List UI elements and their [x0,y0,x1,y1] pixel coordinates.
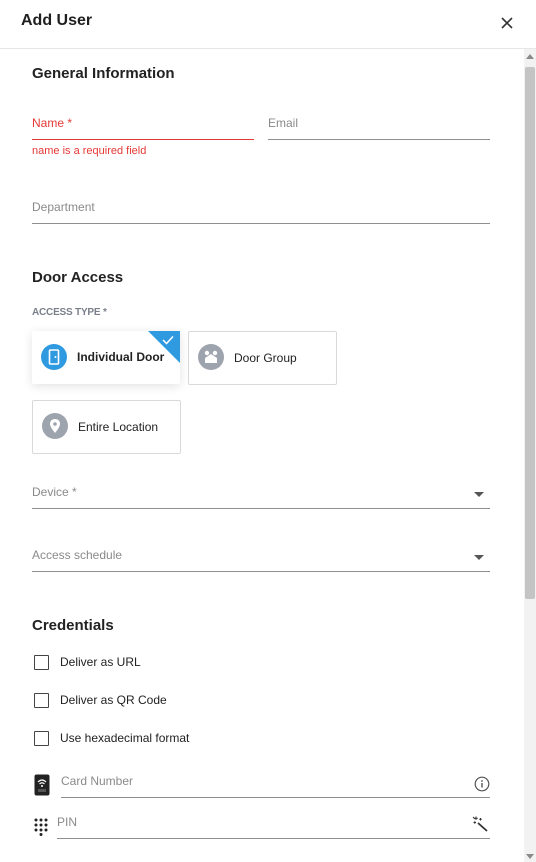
card-reader-icon [34,774,50,796]
access-schedule-label: Access schedule [32,548,123,562]
chevron-down-icon [474,492,484,497]
checkbox-box[interactable] [34,655,49,670]
access-schedule-select[interactable]: Access schedule [32,541,490,572]
magic-wand-icon[interactable] [472,816,488,832]
access-type-entire-location-label: Entire Location [78,420,159,434]
door-icon [41,344,67,370]
chevron-down-icon [474,555,484,560]
pin-field[interactable]: PIN [57,808,490,839]
email-field[interactable]: Email [268,109,490,140]
device-select-label: Device * [32,485,77,499]
pin-label: PIN [57,815,78,829]
email-field-label: Email [268,116,299,130]
access-type-label: ACCESS TYPE * [32,307,107,318]
deliver-as-url-label: Deliver as URL [60,655,141,669]
name-field-label: Name * [32,116,73,130]
deliver-as-qr-code-label: Deliver as QR Code [60,693,167,707]
checkbox-box[interactable] [34,693,49,708]
close-icon[interactable] [498,14,516,32]
credentials-heading: Credentials [32,617,114,634]
name-error-message: name is a required field [32,145,147,157]
scroll-up-arrow-icon[interactable] [526,54,534,59]
device-select[interactable]: Device * [32,478,490,509]
checkbox-box[interactable] [34,731,49,746]
department-field[interactable]: Department [32,193,490,224]
general-information-heading: General Information [32,65,175,82]
card-number-label: Card Number [61,774,134,788]
checkmark-icon [162,335,174,345]
dialog-title: Add User [21,12,93,29]
dialog-body: General Information Name * name is a req… [0,49,522,862]
department-field-label: Department [32,200,95,214]
keypad-icon [34,818,48,836]
access-type-individual-door[interactable]: Individual Door [32,331,180,384]
use-hexadecimal-label: Use hexadecimal format [60,731,190,745]
vertical-scrollbar[interactable] [524,49,536,862]
access-type-door-group[interactable]: Door Group [188,331,337,385]
access-type-door-group-label: Door Group [234,351,297,365]
scroll-down-arrow-icon[interactable] [526,854,534,859]
scrollbar-thumb[interactable] [525,67,535,599]
info-icon[interactable] [474,776,490,792]
location-pin-icon [42,413,68,439]
name-field[interactable]: Name * [32,109,254,140]
access-type-entire-location[interactable]: Entire Location [32,400,181,454]
door-access-heading: Door Access [32,269,124,286]
card-number-field[interactable]: Card Number [61,767,490,798]
dialog-header: Add User [0,0,536,49]
door-group-icon [198,344,224,370]
